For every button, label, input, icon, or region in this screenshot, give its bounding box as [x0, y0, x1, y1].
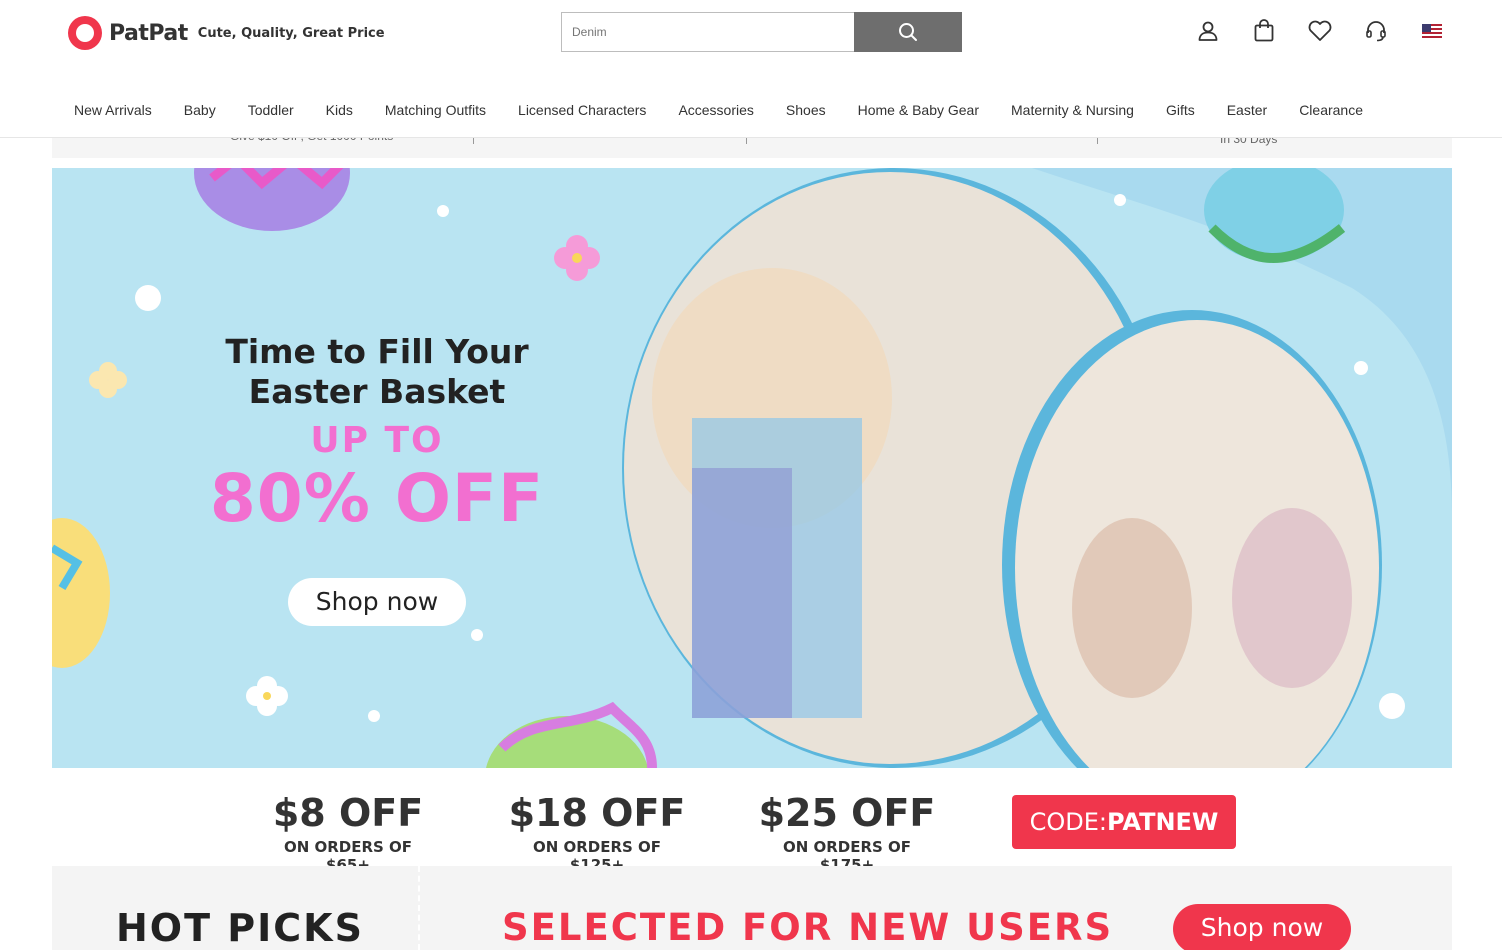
banner-title-line2: Easter Basket — [248, 372, 506, 411]
nav-item-licensed-characters[interactable]: Licensed Characters — [502, 102, 662, 118]
promo-code-badge[interactable]: CODE:PATNEW — [1012, 795, 1236, 849]
hero-banner[interactable]: Time to Fill Your Easter Basket UP TO 80… — [52, 168, 1452, 768]
us-flag-icon — [1422, 24, 1442, 38]
coupon-25-off: $25 OFF ON ORDERS OF $175+ — [755, 790, 939, 874]
hot-picks-title: HOT PICKS — [116, 906, 364, 950]
search-bar — [561, 12, 962, 52]
nav-item-home-baby-gear[interactable]: Home & Baby Gear — [842, 102, 995, 118]
heart-icon — [1308, 20, 1332, 41]
banner-discount: 80% OFF — [209, 460, 545, 537]
main-nav: New Arrivals Baby Toddler Kids Matching … — [58, 92, 1379, 128]
nav-item-baby[interactable]: Baby — [168, 102, 232, 118]
patpat-logo-icon — [68, 16, 102, 50]
nav-item-toddler[interactable]: Toddler — [232, 102, 310, 118]
hot-picks-section: HOT PICKS SELECTED FOR NEW USERS Shop no… — [52, 866, 1452, 950]
nav-item-kids[interactable]: Kids — [310, 102, 369, 118]
promo-code-value: PATNEW — [1106, 808, 1219, 836]
nav-item-gifts[interactable]: Gifts — [1150, 102, 1211, 118]
logo[interactable]: PatPat Cute, Quality, Great Price — [68, 16, 385, 50]
site-header: PatPat Cute, Quality, Great Price Denim … — [0, 0, 1502, 138]
coupon-amount: $25 OFF — [758, 791, 936, 835]
nav-item-accessories[interactable]: Accessories — [662, 102, 769, 118]
headset-icon — [1366, 21, 1386, 42]
coupon-8-off: $8 OFF ON ORDERS OF $65+ — [260, 790, 436, 874]
nav-item-shoes[interactable]: Shoes — [770, 102, 842, 118]
banner-up-to: UP TO — [310, 420, 444, 461]
region-button[interactable] — [1404, 16, 1460, 46]
hot-picks-divider — [418, 866, 420, 950]
nav-item-matching-outfits[interactable]: Matching Outfits — [369, 102, 502, 118]
banner-title-line1: Time to Fill Your — [225, 332, 529, 371]
shopping-bag-icon — [1254, 19, 1274, 42]
nav-item-easter[interactable]: Easter — [1211, 102, 1283, 118]
new-users-shop-now-button[interactable]: Shop now — [1173, 904, 1351, 950]
support-button[interactable] — [1348, 16, 1404, 46]
search-icon — [899, 23, 917, 41]
banner-title: Time to Fill Your Easter Basket — [212, 332, 542, 412]
coupon-18-off: $18 OFF ON ORDERS OF $125+ — [505, 790, 689, 874]
cart-button[interactable] — [1236, 16, 1292, 46]
nav-item-new-arrivals[interactable]: New Arrivals — [58, 102, 168, 118]
account-button[interactable] — [1180, 16, 1236, 46]
coupon-amount: $18 OFF — [508, 791, 686, 835]
nav-item-clearance[interactable]: Clearance — [1283, 102, 1379, 118]
promo-code-label: CODE: — [1029, 808, 1107, 836]
search-input[interactable] — [561, 12, 854, 52]
user-icon — [1198, 21, 1218, 41]
banner-shop-now-button[interactable]: Shop now — [288, 578, 466, 626]
wishlist-button[interactable] — [1292, 16, 1348, 46]
brand-tagline: Cute, Quality, Great Price — [197, 25, 385, 41]
search-button[interactable] — [854, 12, 962, 52]
brand-name: PatPat — [109, 20, 188, 46]
nav-item-maternity-nursing[interactable]: Maternity & Nursing — [995, 102, 1150, 118]
coupon-amount: $8 OFF — [272, 791, 424, 835]
header-actions — [1180, 16, 1460, 46]
new-users-headline: SELECTED FOR NEW USERS — [502, 906, 1114, 949]
